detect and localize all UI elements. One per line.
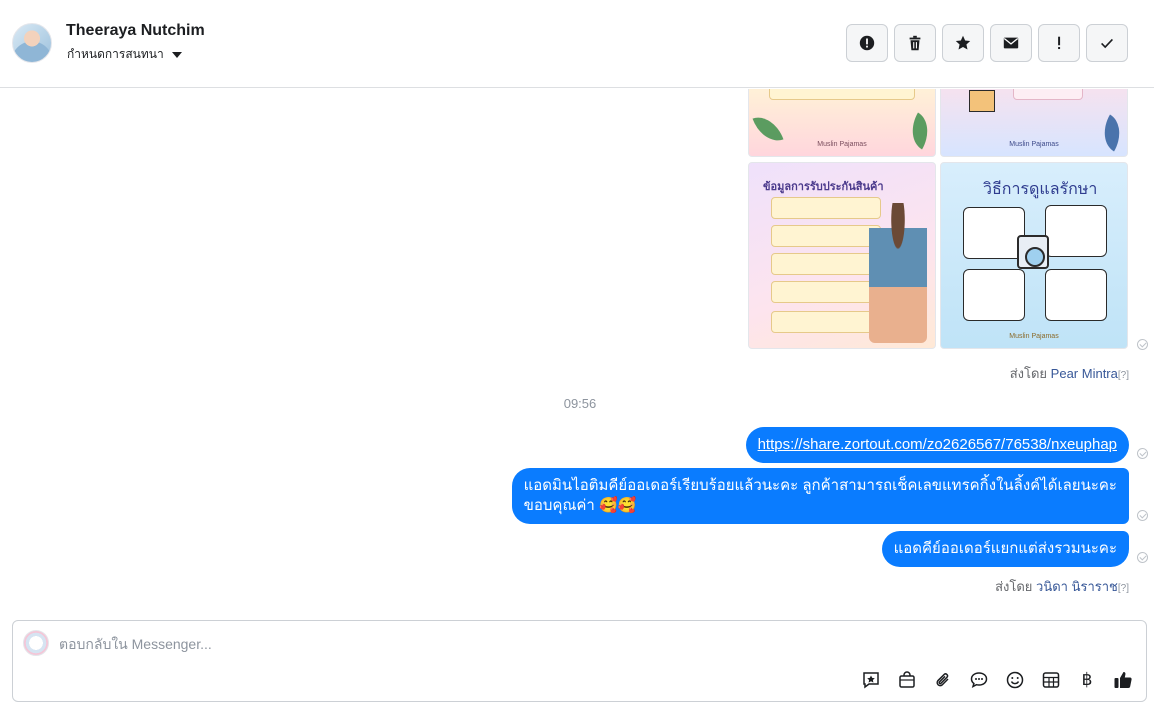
paperclip-icon xyxy=(936,673,949,687)
time-separator: 09:56 xyxy=(563,396,597,411)
assign-conversation-dropdown[interactable]: กำหนดการสนทนา xyxy=(67,45,182,64)
alert-circle-icon xyxy=(859,35,875,51)
emoji-icon xyxy=(1006,671,1024,689)
image-note xyxy=(769,89,915,100)
image-note xyxy=(1013,89,1083,100)
shared-image-2[interactable]: Muslin Pajamas xyxy=(940,89,1128,157)
image-title: ข้อมูลการรับประกันสินค้า xyxy=(763,181,884,193)
message-bubble[interactable]: แอดคีย์ออเดอร์แยกแต่ส่งรวมนะคะ xyxy=(881,531,1129,567)
emoji-button[interactable] xyxy=(1004,669,1026,691)
care-box xyxy=(963,269,1025,321)
page-avatar xyxy=(23,630,49,656)
care-box xyxy=(963,207,1025,259)
image-note xyxy=(771,225,881,247)
quick-reply-button[interactable] xyxy=(968,669,990,691)
message-line: แอดมินไอติมคีย์ออเดอร์เรียบร้อยแล้วนะคะ … xyxy=(523,477,1117,494)
baht-icon: ฿ xyxy=(1081,670,1093,690)
sent-by-prefix: ส่งโดย xyxy=(1009,366,1048,381)
washing-machine-icon xyxy=(1017,235,1049,269)
read-receipt-icon xyxy=(1137,552,1148,563)
message-line: ขอบคุณค่า 🥰🥰 xyxy=(523,497,637,514)
assign-label: กำหนดการสนทนา xyxy=(67,47,164,61)
read-receipt-icon xyxy=(1137,510,1148,521)
conversation-header: Theeraya Nutchim กำหนดการสนทนา xyxy=(0,0,1154,88)
star-icon xyxy=(955,35,971,50)
delete-button[interactable] xyxy=(894,24,936,62)
attach-button[interactable] xyxy=(932,669,954,691)
contact-name[interactable]: Theeraya Nutchim xyxy=(66,22,205,40)
image-brand: Muslin Pajamas xyxy=(1009,333,1059,340)
shared-image-1[interactable]: Muslin Pajamas xyxy=(748,89,936,157)
template-button[interactable] xyxy=(1040,669,1062,691)
shopping-bag-icon xyxy=(899,671,915,688)
message-bubble-link[interactable]: https://share.zortout.com/zo2626567/7653… xyxy=(745,427,1129,463)
payment-button[interactable]: ฿ xyxy=(1076,669,1098,691)
reply-composer: ฿ xyxy=(12,620,1147,702)
reply-input[interactable] xyxy=(59,633,959,655)
thumbs-up-icon xyxy=(1114,672,1132,689)
sent-by-line: ส่งโดย Pear Mintra[?] xyxy=(1010,363,1129,384)
read-receipt-icon xyxy=(1137,448,1148,459)
message-bubble[interactable]: แอดมินไอติมคีย์ออเดอร์เรียบร้อยแล้วนะคะ … xyxy=(511,468,1129,524)
saved-reply-icon xyxy=(863,672,879,689)
sender-name[interactable]: Pear Mintra xyxy=(1051,366,1118,381)
shared-image-3[interactable]: ข้อมูลการรับประกันสินค้า xyxy=(748,162,936,349)
model-figure xyxy=(869,203,927,343)
report-spam-button[interactable] xyxy=(846,24,888,62)
check-icon xyxy=(1101,38,1113,49)
mark-unread-button[interactable] xyxy=(990,24,1032,62)
image-title: วิธีการดูแลรักษา xyxy=(983,181,1098,198)
table-icon xyxy=(1042,672,1060,688)
star-button[interactable] xyxy=(942,24,984,62)
help-link[interactable]: [?] xyxy=(1118,370,1129,381)
caret-down-icon xyxy=(171,51,182,58)
read-receipt-icon xyxy=(1137,339,1148,350)
box-icon xyxy=(969,90,995,112)
exclamation-icon xyxy=(1058,36,1061,50)
care-box xyxy=(1045,269,1107,321)
composer-toolbar: ฿ xyxy=(860,669,1134,691)
sent-by-line: ส่งโดย วนิดา นิราราช[?] xyxy=(995,576,1129,597)
trash-icon xyxy=(909,35,921,51)
help-link[interactable]: [?] xyxy=(1118,583,1129,594)
saved-reply-button[interactable] xyxy=(860,669,882,691)
shared-image-4[interactable]: วิธีการดูแลรักษา Muslin Pajamas xyxy=(940,162,1128,349)
image-brand: Muslin Pajamas xyxy=(817,141,867,148)
shop-button[interactable] xyxy=(896,669,918,691)
contact-avatar[interactable] xyxy=(12,23,52,63)
care-box xyxy=(1045,205,1107,257)
sender-name[interactable]: วนิดา นิราราช xyxy=(1036,579,1118,594)
image-note xyxy=(771,281,881,303)
message-thread[interactable]: Muslin Pajamas Muslin Pajamas ข้อมูลการร… xyxy=(0,89,1154,615)
image-note xyxy=(771,311,881,333)
image-note xyxy=(771,253,881,275)
image-note xyxy=(771,197,881,219)
chat-bubble-icon xyxy=(970,672,988,688)
header-actions xyxy=(846,24,1128,62)
like-button[interactable] xyxy=(1112,669,1134,691)
sent-by-prefix: ส่งโดย xyxy=(995,579,1033,594)
mark-important-button[interactable] xyxy=(1038,24,1080,62)
image-brand: Muslin Pajamas xyxy=(1009,141,1059,148)
envelope-icon xyxy=(1003,37,1019,49)
mark-done-button[interactable] xyxy=(1086,24,1128,62)
